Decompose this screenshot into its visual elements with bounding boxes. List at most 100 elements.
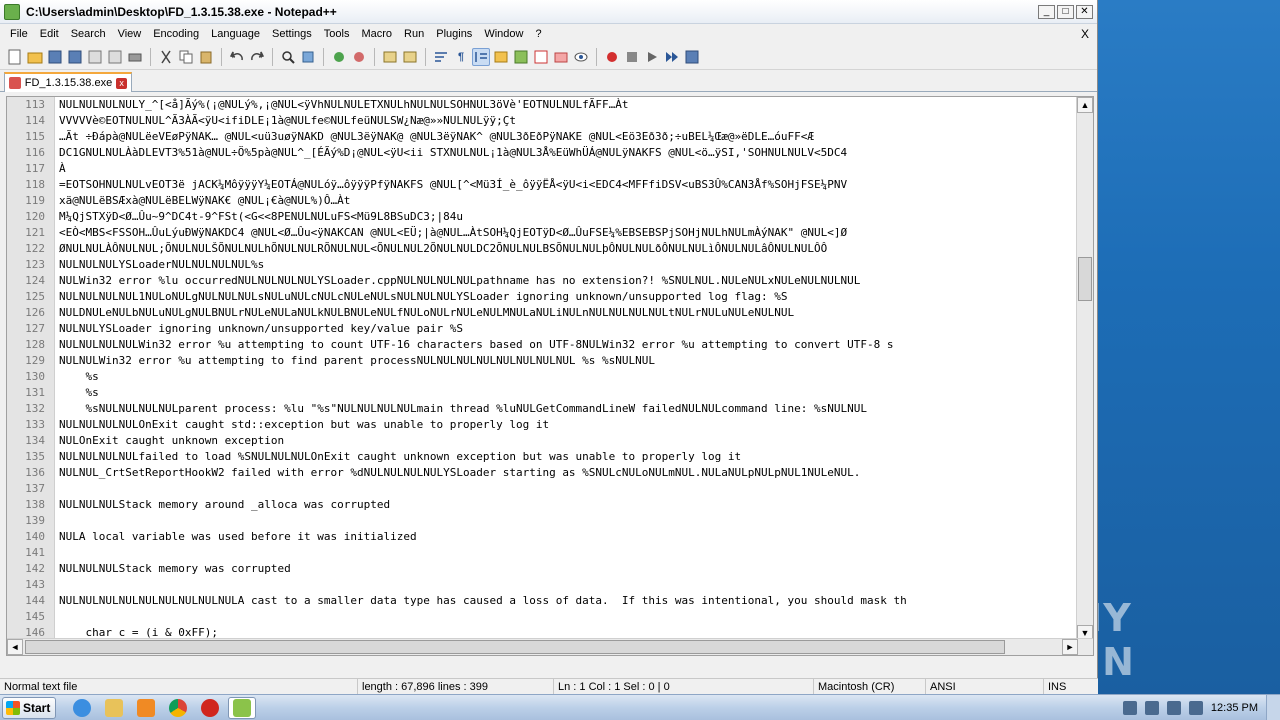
- editor-line[interactable]: 139: [7, 513, 1077, 529]
- run-macro-multiple-icon[interactable]: [663, 48, 681, 66]
- function-list-icon[interactable]: [532, 48, 550, 66]
- action-center-icon[interactable]: [1122, 700, 1137, 715]
- find-icon[interactable]: [279, 48, 297, 66]
- editor-line[interactable]: 113 NULNULNULNULY_^[<å]Ãý%(¡@NULý%,¡@NUL<…: [7, 97, 1077, 113]
- editor-line[interactable]: 144 NULNULNULNULNULNULNULNULNULA cast to …: [7, 593, 1077, 609]
- stop-macro-icon[interactable]: [623, 48, 641, 66]
- menu-encoding[interactable]: Encoding: [147, 24, 205, 44]
- power-icon[interactable]: [1188, 700, 1203, 715]
- editor-line[interactable]: 116 DC1GNULNULÀàDLEVT3%51à@NUL÷Ö%5pà@NUL^…: [7, 145, 1077, 161]
- editor-line[interactable]: 135 NULNULNULNULfailed to load %SNULNULNU…: [7, 449, 1077, 465]
- network-icon[interactable]: [1144, 700, 1159, 715]
- menu-tools[interactable]: Tools: [318, 24, 356, 44]
- sync-vertical-icon[interactable]: [381, 48, 399, 66]
- show-desktop-button[interactable]: [1266, 694, 1280, 720]
- editor-line[interactable]: 143: [7, 577, 1077, 593]
- horizontal-scrollbar[interactable]: ◄ ►: [7, 638, 1093, 655]
- editor-line[interactable]: 125 NULNULNULNUL1NULoNULgNULNULNULsNULuNU…: [7, 289, 1077, 305]
- menu-edit[interactable]: Edit: [34, 24, 65, 44]
- editor-line[interactable]: 130 %s: [7, 369, 1077, 385]
- editor-line[interactable]: 121 <EÒ<MBS<FSSOH…ÛuLýuÐWÿNAKDC4 @NUL<Ø…Û…: [7, 225, 1077, 241]
- editor-line[interactable]: 142 NULNULNULStack memory was corrupted: [7, 561, 1077, 577]
- text-editor[interactable]: 113 NULNULNULNULY_^[<å]Ãý%(¡@NULý%,¡@NUL<…: [6, 96, 1094, 656]
- editor-line[interactable]: 134 NULOnExit caught unknown exception: [7, 433, 1077, 449]
- menu-window[interactable]: Window: [478, 24, 529, 44]
- monitoring-icon[interactable]: [572, 48, 590, 66]
- tab-fd-exe[interactable]: FD_1.3.15.38.exe x: [4, 72, 132, 92]
- editor-line[interactable]: 137: [7, 481, 1077, 497]
- editor-line[interactable]: 132 %sNULNULNULNULparent process: %lu "%…: [7, 401, 1077, 417]
- play-macro-icon[interactable]: [643, 48, 661, 66]
- editor-line[interactable]: 127 NULNULYSLoader ignoring unknown/unsup…: [7, 321, 1077, 337]
- replace-icon[interactable]: [299, 48, 317, 66]
- close-all-icon[interactable]: [106, 48, 124, 66]
- editor-line[interactable]: 141: [7, 545, 1077, 561]
- new-file-icon[interactable]: [6, 48, 24, 66]
- horizontal-scroll-thumb[interactable]: [25, 640, 1005, 654]
- menu-help[interactable]: ?: [529, 24, 547, 44]
- editor-line[interactable]: 126 NULDNULeNULbNULuNULgNULBNULrNULeNULaN…: [7, 305, 1077, 321]
- copy-icon[interactable]: [177, 48, 195, 66]
- menu-settings[interactable]: Settings: [266, 24, 318, 44]
- blocker-taskbar-button[interactable]: [196, 697, 224, 719]
- editor-line[interactable]: 123 NULNULNULYSLoaderNULNULNULNUL%s: [7, 257, 1077, 273]
- undo-icon[interactable]: [228, 48, 246, 66]
- save-icon[interactable]: [46, 48, 64, 66]
- editor-line[interactable]: 115 …Ãt ÷Ðápà@NULëeVEøPÿNAK… @NUL<uü3uøÿN…: [7, 129, 1077, 145]
- start-button[interactable]: Start: [2, 696, 56, 719]
- editor-line[interactable]: 133 NULNULNULNULOnExit caught std::except…: [7, 417, 1077, 433]
- vertical-scroll-thumb[interactable]: [1078, 257, 1092, 301]
- maximize-button[interactable]: □: [1057, 4, 1074, 19]
- notepadpp-taskbar-button[interactable]: [228, 696, 256, 719]
- menu-search[interactable]: Search: [65, 24, 112, 44]
- explorer-taskbar-button[interactable]: [100, 697, 128, 719]
- ie-taskbar-button[interactable]: [68, 697, 96, 719]
- redo-icon[interactable]: [248, 48, 266, 66]
- editor-line[interactable]: 128 NULNULNULNULWin32 error %u attempting…: [7, 337, 1077, 353]
- scroll-right-icon[interactable]: ►: [1062, 639, 1078, 655]
- volume-icon[interactable]: [1166, 700, 1181, 715]
- menu-macro[interactable]: Macro: [355, 24, 398, 44]
- menu-view[interactable]: View: [112, 24, 148, 44]
- open-file-icon[interactable]: [26, 48, 44, 66]
- scroll-up-icon[interactable]: ▲: [1077, 97, 1093, 113]
- editor-line[interactable]: 120 M¼QjSTXÿD<Ø…Ûu~9^DC4t-9^FSt(<G<<8PENU…: [7, 209, 1077, 225]
- editor-line[interactable]: 138 NULNULNULStack memory around _alloca …: [7, 497, 1077, 513]
- cut-icon[interactable]: [157, 48, 175, 66]
- chrome-taskbar-button[interactable]: [164, 697, 192, 719]
- word-wrap-icon[interactable]: [432, 48, 450, 66]
- tab-close-icon[interactable]: x: [116, 77, 127, 89]
- menu-run[interactable]: Run: [398, 24, 430, 44]
- folder-workspace-icon[interactable]: [552, 48, 570, 66]
- menu-plugins[interactable]: Plugins: [430, 24, 478, 44]
- close-document-button[interactable]: X: [1081, 24, 1089, 44]
- menu-language[interactable]: Language: [205, 24, 266, 44]
- zoom-in-icon[interactable]: [330, 48, 348, 66]
- udl-icon[interactable]: [492, 48, 510, 66]
- paste-icon[interactable]: [197, 48, 215, 66]
- show-all-chars-icon[interactable]: ¶: [452, 48, 470, 66]
- record-macro-icon[interactable]: [603, 48, 621, 66]
- editor-line[interactable]: 129 NULNULWin32 error %u attempting to fi…: [7, 353, 1077, 369]
- minimize-button[interactable]: _: [1038, 4, 1055, 19]
- editor-line[interactable]: 119 xä@NULëBSÆxà@NULëBELWÿNAK€ @NUL¡€à@NU…: [7, 193, 1077, 209]
- editor-line[interactable]: 145: [7, 609, 1077, 625]
- clock[interactable]: 12:35 PM: [1211, 702, 1258, 714]
- close-button[interactable]: ✕: [1076, 4, 1093, 19]
- close-file-icon[interactable]: [86, 48, 104, 66]
- zoom-out-icon[interactable]: [350, 48, 368, 66]
- editor-line[interactable]: 140 NULA local variable was used before i…: [7, 529, 1077, 545]
- editor-line[interactable]: 122 ØNULNULÀÔNULNUL;ÕNULNULŠÕNULNULhÕNULN…: [7, 241, 1077, 257]
- save-macro-icon[interactable]: [683, 48, 701, 66]
- media-player-taskbar-button[interactable]: [132, 697, 160, 719]
- editor-line[interactable]: 114 VVVVVè©EOTNULNUL^Ã3ÀÃ<ÿU<ifiDLE¡1à@NU…: [7, 113, 1077, 129]
- editor-line[interactable]: 124 NULWin32 error %lu occurredNULNULNULN…: [7, 273, 1077, 289]
- print-icon[interactable]: [126, 48, 144, 66]
- editor-line[interactable]: 118 =EOTSOHNULNULvEOT3ë jACK¼MôÿÿÿY¼EOTÁ@…: [7, 177, 1077, 193]
- editor-line[interactable]: 117 À: [7, 161, 1077, 177]
- save-all-icon[interactable]: [66, 48, 84, 66]
- sync-horizontal-icon[interactable]: [401, 48, 419, 66]
- vertical-scrollbar[interactable]: ▲ ▼: [1076, 97, 1093, 641]
- scroll-left-icon[interactable]: ◄: [7, 639, 23, 655]
- doc-map-icon[interactable]: [512, 48, 530, 66]
